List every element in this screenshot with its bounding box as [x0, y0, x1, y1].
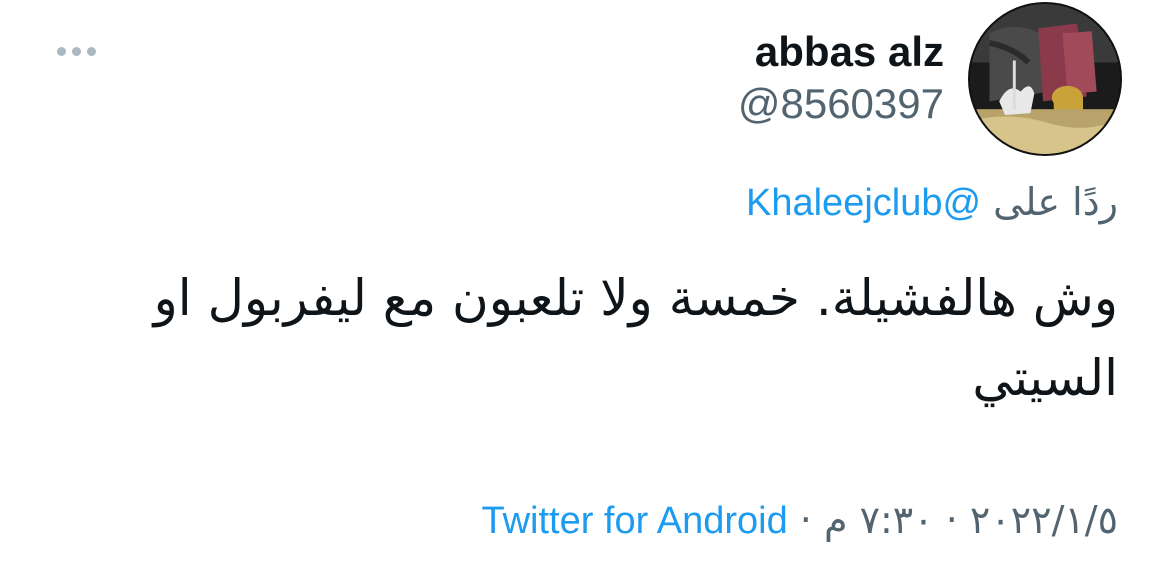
more-options-button[interactable] — [50, 38, 102, 64]
meta-separator: · — [799, 498, 812, 542]
avatar[interactable] — [968, 2, 1122, 156]
more-dot-icon — [86, 46, 96, 56]
author-handle[interactable]: @8560397 — [738, 80, 944, 128]
reply-prefix: ردًا على — [993, 180, 1118, 224]
more-dot-icon — [56, 46, 66, 56]
meta-separator: · — [945, 498, 958, 542]
author-name[interactable]: abbas alz — [755, 28, 944, 76]
tweet-source-link[interactable]: Twitter for Android — [481, 500, 787, 542]
tweet-meta: ٢٠٢٢/١/٥ · ٧:٣٠ م · Twitter for Android — [481, 498, 1118, 543]
avatar-image — [970, 4, 1120, 154]
tweet-date[interactable]: ٢٠٢٢/١/٥ — [970, 498, 1118, 542]
tweet-card: abbas alz @8560397 ردًا على @Khaleejclub… — [0, 0, 1170, 577]
tweet-text: وش هالفشيلة. خمسة ولا تلعبون مع ليفربول … — [153, 269, 1118, 407]
more-dot-icon — [71, 46, 81, 56]
reply-mention-link[interactable]: @Khaleejclub — [746, 182, 981, 224]
reply-context: ردًا على @Khaleejclub — [746, 180, 1118, 225]
tweet-time[interactable]: ٧:٣٠ م — [824, 498, 934, 542]
